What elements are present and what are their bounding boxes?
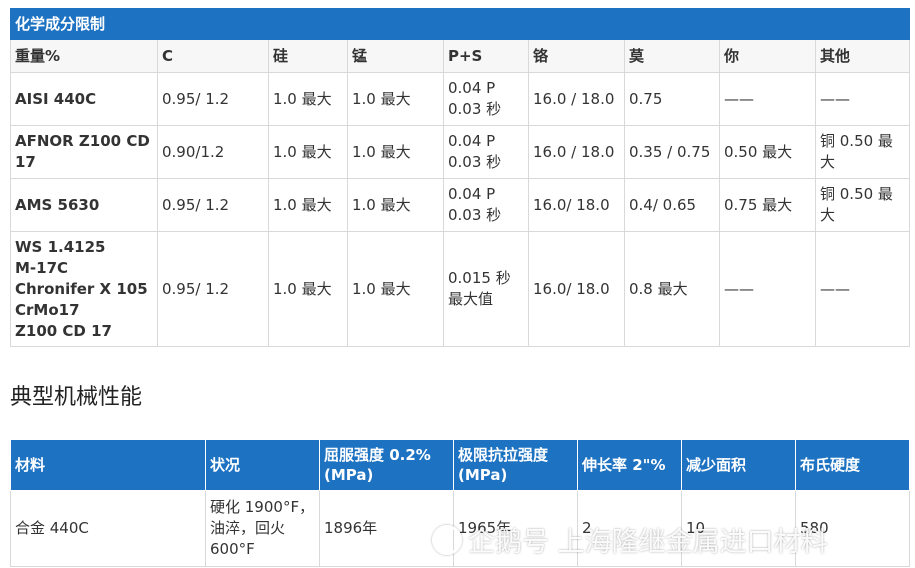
table-caption: 化学成分限制 [9, 8, 911, 40]
cell-condition: 硬化 1900°F，油淬，回火 600°F [205, 490, 320, 567]
cell-material: 合金 440C [10, 490, 206, 567]
header-row: 材料 状况 屈服强度 0.2% (MPa) 极限抗拉强度 (MPa) 伸长率 2… [10, 439, 910, 491]
cell-ni: —— [719, 231, 816, 347]
cell-cr: 16.0 / 18.0 [528, 72, 625, 126]
ps-line: 0.04 P [448, 185, 496, 203]
cell-cr: 16.0/ 18.0 [528, 231, 625, 347]
header-cell: 布氏硬度 [795, 439, 910, 491]
watermark-text: 企鹅号 上海隆继金属进口材料 [468, 527, 828, 558]
ps-line: 0.015 秒 [448, 269, 511, 287]
penguin-logo-icon [432, 524, 462, 555]
header-cell: 极限抗拉强度 (MPa) [453, 439, 578, 491]
cell-c: 0.95/ 1.2 [157, 231, 269, 347]
grade-line: Z100 CD 17 [15, 321, 112, 340]
ps-line: 最大值 [448, 290, 494, 308]
table-caption-row: 化学成分限制 [9, 8, 911, 40]
header-cell: 屈服强度 0.2% (MPa) [319, 439, 454, 491]
cell-c: 0.95/ 1.2 [157, 178, 269, 232]
cell-other: 铜 0.50 最大 [814, 178, 911, 232]
cell-other: —— [814, 72, 911, 126]
header-cell: 状况 [205, 439, 320, 491]
header-cell: 材料 [10, 439, 206, 491]
cell-other: 铜 0.50 最大 [814, 125, 911, 179]
ps-line: 0.03 秒 [448, 206, 502, 224]
cell-mo: 0.75 [624, 72, 720, 126]
table-row: WS 1.4125 M-17C Chronifer X 105 CrMo17 Z… [10, 231, 911, 347]
table-row: AISI 440C 0.95/ 1.2 1.0 最大 1.0 最大 0.04 P… [10, 72, 911, 126]
cell-mn: 1.0 最大 [347, 125, 444, 179]
cell-ni: —— [719, 72, 816, 126]
section-title: 典型机械性能 [10, 385, 143, 410]
header-cell: P+S [443, 39, 529, 73]
cell-mn: 1.0 最大 [347, 72, 444, 126]
cell-si: 1.0 最大 [268, 231, 348, 347]
ps-line: 0.03 秒 [448, 100, 502, 118]
chemical-composition-table: 化学成分限制 重量% C 硅 锰 P+S 铬 莫 你 其他 AISI 440C … [9, 8, 911, 347]
cell-ps: 0.015 秒最大值 [443, 231, 529, 347]
header-cell: C [157, 39, 269, 73]
header-cell: 重量% [10, 39, 158, 73]
cell-ps: 0.04 P 0.03 秒 [443, 72, 529, 126]
ps-line: 0.03 秒 [448, 153, 502, 171]
ps-line: 0.04 P [448, 132, 496, 150]
cell-c: 0.90/1.2 [157, 125, 269, 179]
header-cell: 硅 [268, 39, 348, 73]
cell-c: 0.95/ 1.2 [157, 72, 269, 126]
cell-mn: 1.0 最大 [347, 231, 444, 347]
cell-si: 1.0 最大 [268, 125, 348, 179]
grade-line: AMS 5630 [15, 195, 100, 214]
table-row: AMS 5630 0.95/ 1.2 1.0 最大 1.0 最大 0.04 P0… [10, 178, 911, 232]
cell-mo: 0.4/ 0.65 [624, 178, 720, 232]
header-cell: 伸长率 2"% [577, 439, 682, 491]
cell-ps: 0.04 P 0.03 秒 [443, 125, 529, 179]
cell-ni: 0.50 最大 [719, 125, 816, 179]
cell-ps: 0.04 P 0.03 秒 [443, 178, 529, 232]
cell-ni: 0.75 最大 [719, 178, 816, 232]
grade-cell: AMS 5630 [10, 178, 158, 232]
grade-cell: AISI 440C [10, 72, 158, 126]
cell-cr: 16.0/ 18.0 [528, 178, 625, 232]
cell-si: 1.0 最大 [268, 178, 348, 232]
cell-cr: 16.0 / 18.0 [528, 125, 625, 179]
watermark: 企鹅号 上海隆继金属进口材料 [432, 520, 828, 559]
header-cell: 锰 [347, 39, 444, 73]
grade-line: AFNOR Z100 CD [15, 132, 150, 150]
cell-mn: 1.0 最大 [347, 178, 444, 232]
header-cell: 减少面积 [681, 439, 796, 491]
header-cell: 你 [719, 39, 816, 73]
grade-line: 17 [15, 153, 36, 171]
grade-cell: AFNOR Z100 CD 17 [10, 125, 158, 179]
header-row: 重量% C 硅 锰 P+S 铬 莫 你 其他 [10, 39, 911, 73]
header-cell: 莫 [624, 39, 720, 73]
grade-line: CrMo17 [15, 300, 80, 319]
grade-line: Chronifer X 105 [15, 279, 148, 298]
grade-line: AISI 440C [15, 89, 97, 108]
header-cell: 其他 [814, 39, 911, 73]
grade-line: M-17C [15, 258, 69, 277]
cell-si: 1.0 最大 [268, 72, 348, 126]
grade-cell: WS 1.4125 M-17C Chronifer X 105 CrMo17 Z… [10, 231, 158, 347]
cell-other: —— [814, 231, 911, 347]
header-cell: 铬 [528, 39, 625, 73]
table-row: AFNOR Z100 CD 17 0.90/1.2 1.0 最大 1.0 最大 0… [10, 125, 911, 179]
cell-mo: 0.35 / 0.75 [624, 125, 720, 179]
cell-mo: 0.8 最大 [624, 231, 720, 347]
ps-line: 0.04 P [448, 79, 496, 97]
grade-line: WS 1.4125 [15, 237, 106, 256]
